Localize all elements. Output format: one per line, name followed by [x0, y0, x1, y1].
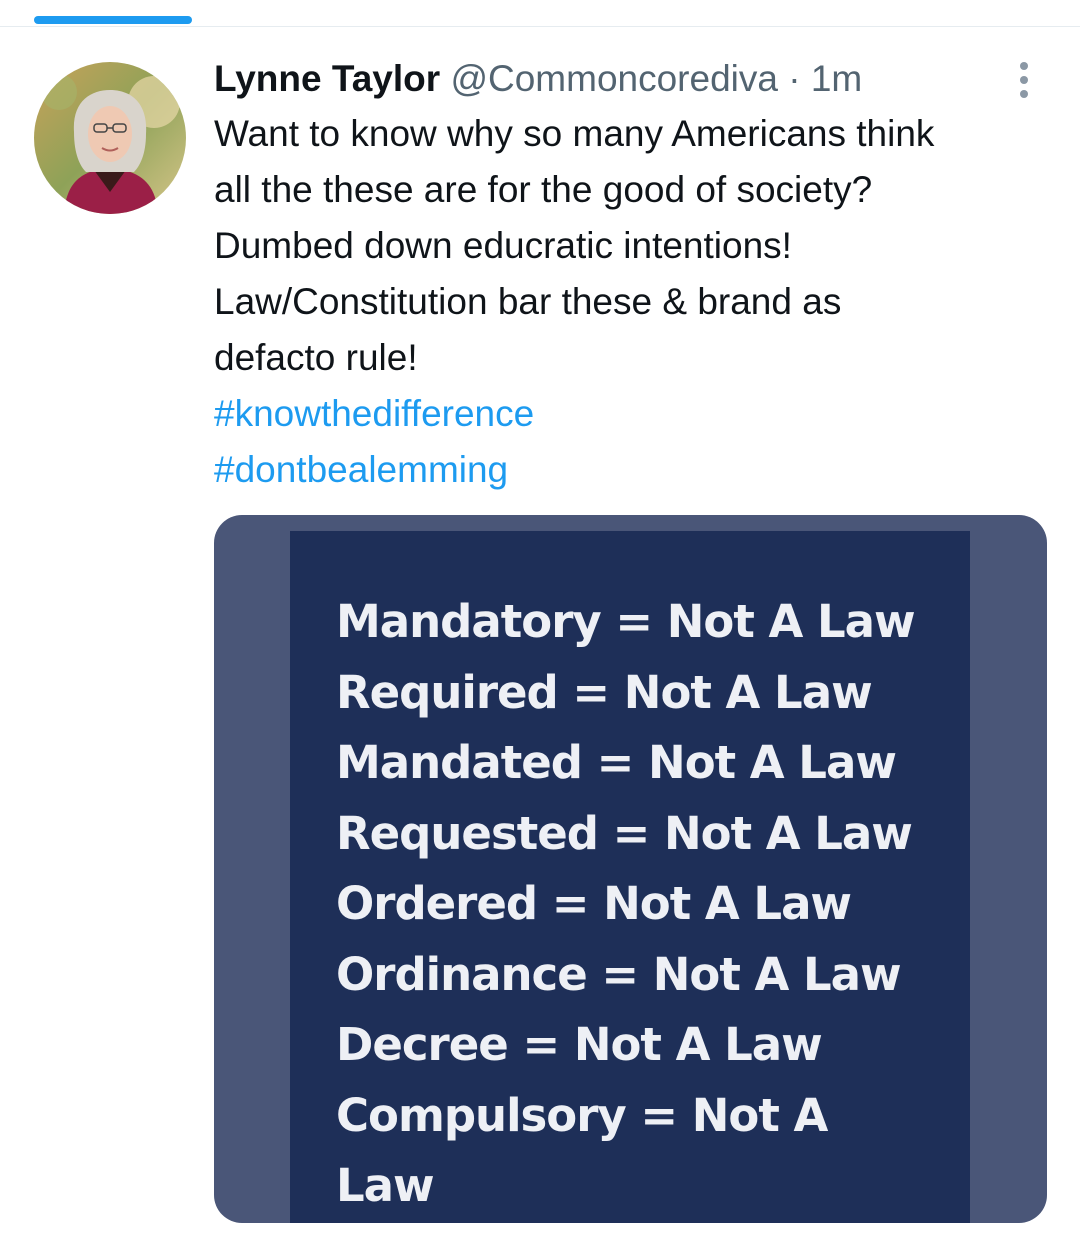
tweet-media-image[interactable]: Mandatory = Not A Law Required = Not A L… — [214, 515, 1047, 1223]
tweet-text-line: Law/Constitution bar these & brand as — [214, 281, 842, 322]
media-text-line: Decree = Not A Law — [336, 1018, 823, 1071]
top-divider — [0, 26, 1080, 27]
tweet-text-line: Want to know why so many Americans think — [214, 113, 935, 154]
media-text-line: Required = Not A Law — [336, 665, 873, 719]
media-text-line: Requested = Not A Law — [336, 806, 913, 860]
avatar-photo — [34, 62, 186, 214]
avatar[interactable] — [34, 62, 186, 214]
more-dot — [1020, 62, 1028, 70]
media-panel: Mandatory = Not A Law Required = Not A L… — [290, 531, 970, 1223]
more-options-icon[interactable] — [1010, 58, 1038, 102]
media-text-line: Law — [336, 1159, 435, 1212]
hashtag-link[interactable]: #knowthedifference — [214, 386, 1054, 442]
tweet-text-line: defacto rule! — [214, 337, 418, 378]
more-dot — [1020, 90, 1028, 98]
author-display-name[interactable]: Lynne Taylor — [214, 58, 440, 99]
media-text-line: Ordinance = Not A Law — [336, 947, 902, 1001]
media-text-line: Mandated = Not A Law — [336, 736, 897, 789]
media-text-line: Mandatory = Not A Law — [336, 595, 916, 648]
media-text-line: Compulsory = Not A — [336, 1088, 828, 1142]
tweet-body: Lynne Taylor @Commoncorediva · 1m Want t… — [214, 54, 1054, 498]
header-separator: · — [788, 58, 801, 99]
tweet-text-line: all the these are for the good of societ… — [214, 169, 873, 210]
tweet-text: Want to know why so many Americans think… — [214, 106, 1054, 498]
hashtag-link[interactable]: #dontbealemming — [214, 442, 1054, 498]
author-handle[interactable]: @Commoncorediva — [450, 58, 778, 99]
media-text-line: Ordered = Not A Law — [336, 877, 852, 930]
tweet-text-line: Dumbed down educratic intentions! — [214, 225, 792, 266]
media-text: Mandatory = Not A Law Required = Not A L… — [336, 587, 916, 1222]
tweet-timestamp[interactable]: 1m — [811, 58, 862, 99]
more-dot — [1020, 76, 1028, 84]
active-tab-indicator — [34, 16, 192, 24]
tweet-header: Lynne Taylor @Commoncorediva · 1m — [214, 54, 1054, 104]
